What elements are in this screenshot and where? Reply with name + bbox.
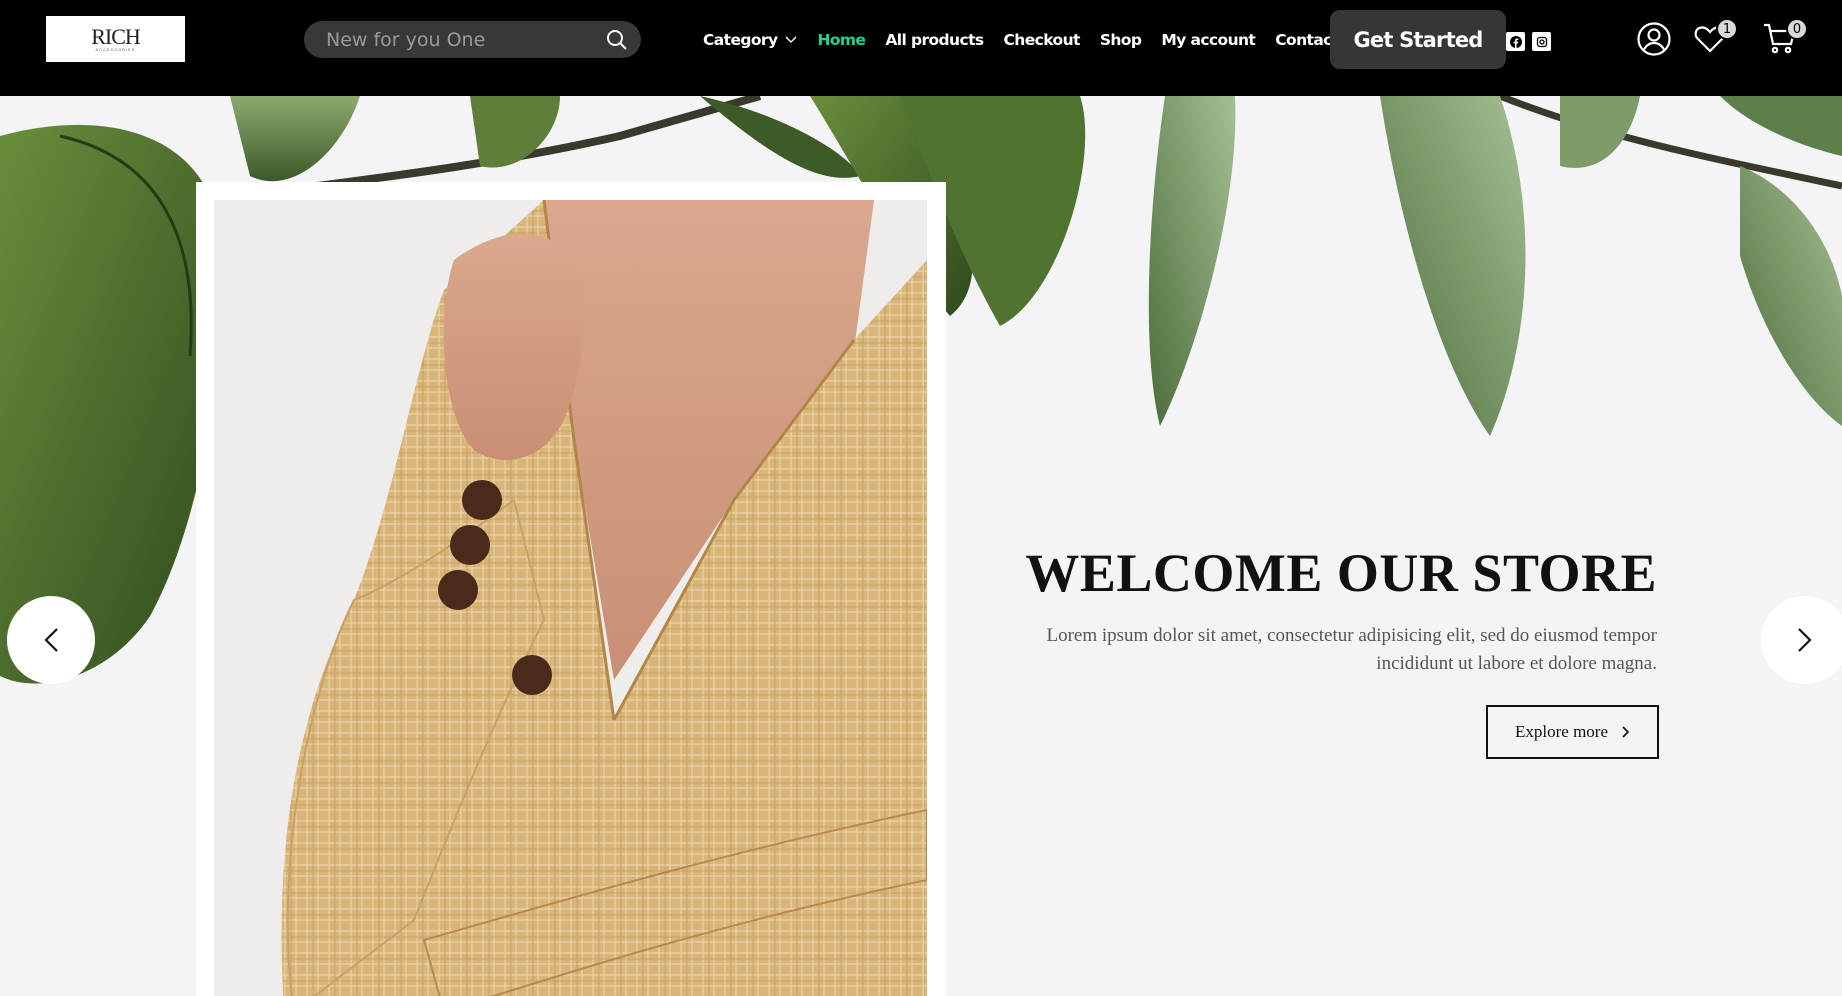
nav-item-category[interactable]: Category	[703, 31, 797, 49]
facebook-icon[interactable]	[1506, 32, 1525, 51]
logo-subtitle: ACCESSORIES	[95, 46, 136, 52]
search-input[interactable]	[304, 28, 594, 51]
search-bar	[304, 21, 641, 58]
hero-model-image	[214, 200, 927, 996]
explore-more-button[interactable]: Explore more	[1486, 705, 1659, 759]
search-icon[interactable]	[605, 28, 629, 52]
chevron-right-icon	[1622, 726, 1630, 738]
site-header: RICH ACCESSORIES Category Home All produ…	[0, 0, 1842, 96]
slider-prev-button[interactable]	[7, 596, 95, 684]
chevron-down-icon	[785, 36, 797, 43]
cart-count-badge: 0	[1786, 18, 1808, 40]
logo-wordmark: RICH	[91, 23, 141, 49]
chevron-right-icon	[1798, 628, 1812, 652]
nav-item-checkout[interactable]: Checkout	[1004, 31, 1081, 49]
hero-slider: WELCOME OUR STORE Lorem ipsum dolor sit …	[0, 96, 1842, 996]
nav-item-label: Category	[703, 31, 778, 49]
main-nav: Category Home All products Checkout Shop…	[703, 28, 1359, 52]
nav-item-home[interactable]: Home	[817, 31, 865, 49]
model-jacket-illustration	[214, 200, 927, 996]
user-account-icon[interactable]	[1636, 21, 1672, 57]
nav-item-all-products[interactable]: All products	[885, 31, 984, 49]
hero-title: WELCOME OUR STORE	[1025, 543, 1657, 603]
hero-photo-frame	[196, 182, 946, 996]
hero-description: Lorem ipsum dolor sit amet, consectetur …	[1046, 625, 1657, 674]
instagram-icon[interactable]	[1532, 32, 1551, 51]
wishlist-count-badge: 1	[1716, 18, 1738, 40]
nav-item-shop[interactable]: Shop	[1100, 31, 1142, 49]
get-started-button[interactable]: Get Started	[1330, 10, 1506, 69]
slider-next-button[interactable]	[1761, 596, 1842, 684]
chevron-left-icon	[44, 628, 58, 652]
nav-item-my-account[interactable]: My account	[1161, 31, 1255, 49]
site-logo[interactable]: RICH ACCESSORIES	[46, 16, 185, 62]
explore-more-label: Explore more	[1515, 722, 1608, 741]
